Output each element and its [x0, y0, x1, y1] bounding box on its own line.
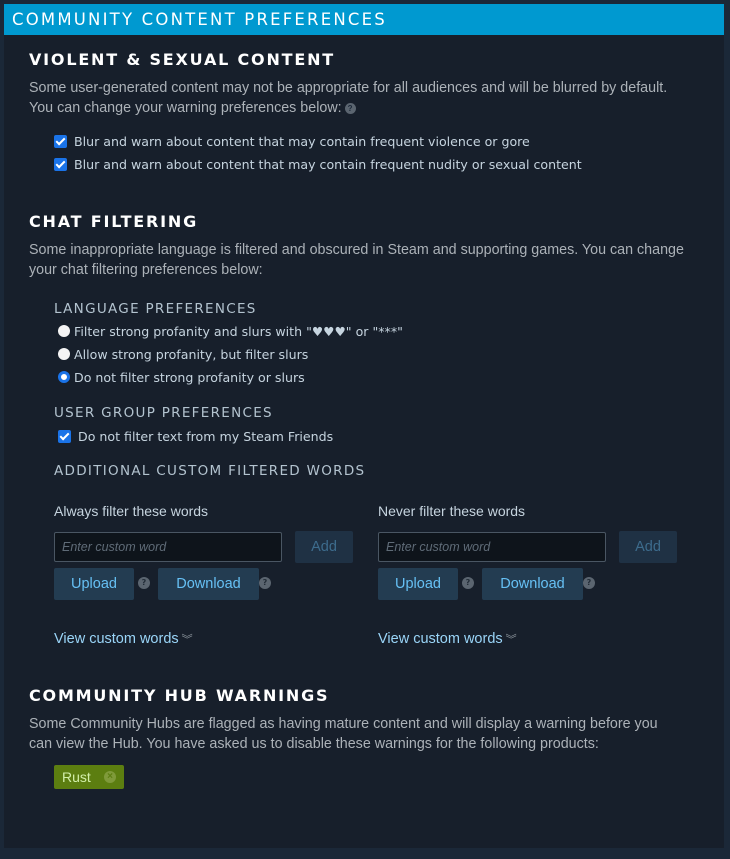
- chat-desc-line2: your chat filtering preferences below:: [29, 262, 263, 278]
- preferences-panel: Community Content Preferences Violent & …: [4, 4, 724, 848]
- language-options: Filter strong profanity and slurs with "…: [58, 320, 403, 388]
- violent-desc-line2-text: You can change your warning preferences …: [29, 100, 342, 116]
- hub-desc-line2: can view the Hub. You have asked us to d…: [29, 736, 599, 752]
- chat-description: Some inappropriate language is filtered …: [29, 240, 699, 280]
- radio-filter-all[interactable]: Filter strong profanity and slurs with "…: [58, 320, 403, 342]
- view-link-text: View custom words: [54, 631, 179, 647]
- checkbox-steam-friends[interactable]: Do not filter text from my Steam Friends: [58, 425, 333, 447]
- never-filter-label: Never filter these words: [378, 503, 526, 519]
- always-view-custom-words-link[interactable]: View custom words ︾: [54, 631, 193, 647]
- checkbox-checked-icon[interactable]: [54, 157, 67, 171]
- hub-desc-line1: Some Community Hubs are flagged as havin…: [29, 716, 658, 732]
- custom-words-title: Additional Custom Filtered Words: [54, 463, 366, 479]
- section-title-violent: Violent & Sexual Content: [29, 50, 335, 69]
- download-help-icon[interactable]: ?: [259, 577, 271, 589]
- upload-help-icon[interactable]: ?: [138, 577, 150, 589]
- double-chevron-down-icon: ︾: [181, 634, 193, 646]
- download-help-icon[interactable]: ?: [583, 577, 595, 589]
- hub-warnings-section: Community Hub Warnings Some Community Hu…: [29, 686, 699, 754]
- hub-description: Some Community Hubs are flagged as havin…: [29, 714, 699, 754]
- never-upload-button[interactable]: Upload: [378, 568, 458, 600]
- product-tag-rust: Rust ×: [54, 765, 124, 789]
- checkbox-label: Do not filter text from my Steam Friends: [78, 428, 334, 444]
- radio-no-filter[interactable]: Do not filter strong profanity or slurs: [58, 366, 403, 388]
- never-filter-input[interactable]: [378, 532, 606, 562]
- checkbox-label: Blur and warn about content that may con…: [74, 156, 582, 172]
- always-download-button[interactable]: Download: [158, 568, 259, 600]
- radio-allow-profanity[interactable]: Allow strong profanity, but filter slurs: [58, 343, 403, 365]
- always-filter-input[interactable]: [54, 532, 282, 562]
- radio-selected-icon[interactable]: [58, 371, 70, 383]
- violent-description: Some user-generated content may not be a…: [29, 78, 699, 118]
- violent-desc-line1: Some user-generated content may not be a…: [29, 80, 668, 96]
- never-view-custom-words-link[interactable]: View custom words ︾: [378, 631, 517, 647]
- radio-unselected-icon[interactable]: [58, 348, 70, 360]
- remove-icon[interactable]: ×: [104, 771, 116, 783]
- panel-header: Community Content Preferences: [4, 4, 724, 35]
- violent-desc-line2: You can change your warning preferences …: [29, 98, 699, 118]
- always-add-button[interactable]: Add: [295, 531, 353, 563]
- radio-label: Allow strong profanity, but filter slurs: [74, 346, 309, 362]
- radio-unselected-icon[interactable]: [58, 325, 70, 337]
- checkbox-label: Blur and warn about content that may con…: [74, 133, 530, 149]
- section-title-hub: Community Hub Warnings: [29, 686, 330, 705]
- radio-label: Do not filter strong profanity or slurs: [74, 369, 305, 385]
- checkbox-checked-icon[interactable]: [54, 134, 67, 148]
- violent-options: Blur and warn about content that may con…: [54, 130, 582, 175]
- help-icon[interactable]: ?: [344, 103, 356, 114]
- chat-desc-line1: Some inappropriate language is filtered …: [29, 242, 684, 258]
- always-upload-button[interactable]: Upload: [54, 568, 134, 600]
- never-download-button[interactable]: Download: [482, 568, 583, 600]
- view-link-text: View custom words: [378, 631, 503, 647]
- never-add-button[interactable]: Add: [619, 531, 677, 563]
- checkbox-checked-icon[interactable]: [58, 429, 71, 443]
- chat-filtering-section: Chat Filtering Some inappropriate langua…: [29, 212, 699, 280]
- user-group-preferences-title: User Group Preferences: [54, 405, 273, 421]
- checkbox-violence-gore[interactable]: Blur and warn about content that may con…: [54, 130, 582, 152]
- language-preferences-title: Language Preferences: [54, 301, 257, 317]
- always-filter-label: Always filter these words: [54, 503, 209, 519]
- section-title-chat: Chat Filtering: [29, 212, 199, 231]
- checkbox-nudity-sexual[interactable]: Blur and warn about content that may con…: [54, 153, 582, 175]
- upload-help-icon[interactable]: ?: [462, 577, 474, 589]
- violent-content-section: Violent & Sexual Content Some user-gener…: [29, 50, 699, 118]
- radio-label: Filter strong profanity and slurs with "…: [74, 323, 403, 339]
- product-tag-label: Rust: [62, 769, 91, 785]
- double-chevron-down-icon: ︾: [505, 634, 517, 646]
